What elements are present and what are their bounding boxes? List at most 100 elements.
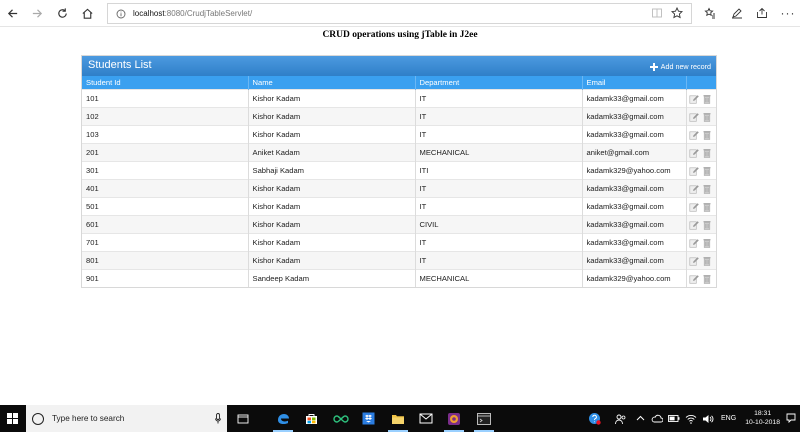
add-new-record-label: Add new record xyxy=(660,62,711,71)
back-button[interactable] xyxy=(1,4,23,22)
column-header-department[interactable]: Department xyxy=(415,76,583,90)
cell-student-id: 501 xyxy=(82,197,249,216)
emblem-icon xyxy=(448,412,460,425)
notifications-icon[interactable] xyxy=(786,413,796,423)
table-row[interactable]: 801 Kishor Kadam IT kadamk33@gmail.com xyxy=(82,251,716,270)
delete-icon[interactable] xyxy=(702,274,712,284)
edit-icon[interactable] xyxy=(688,202,699,212)
people-icon[interactable] xyxy=(615,413,627,425)
table-row[interactable]: 101 Kishor Kadam IT kadamk33@gmail.com xyxy=(82,89,716,108)
dropbox-icon xyxy=(362,412,374,425)
row-action-group xyxy=(687,274,717,284)
cell-student-id: 101 xyxy=(82,89,249,108)
chevron-up-icon[interactable] xyxy=(636,414,645,423)
delete-icon[interactable] xyxy=(702,184,712,194)
table-row[interactable]: 601 Kishor Kadam CIVIL kadamk33@gmail.com xyxy=(82,215,716,234)
table-row[interactable]: 103 Kishor Kadam IT kadamk33@gmail.com xyxy=(82,125,716,144)
notes-button[interactable] xyxy=(729,5,745,21)
cell-name: Kishor Kadam xyxy=(248,125,416,144)
forward-button[interactable] xyxy=(26,4,48,22)
row-action-group xyxy=(687,112,717,122)
start-button[interactable] xyxy=(0,405,25,432)
taskbar-file-explorer-button[interactable] xyxy=(385,405,411,432)
cell-department: ITI xyxy=(415,161,583,180)
delete-icon[interactable] xyxy=(702,220,712,230)
favorites-hub-button[interactable] xyxy=(702,5,718,21)
table-title-bar: Students List Add new record xyxy=(82,56,716,76)
taskbar-mail-button[interactable] xyxy=(413,405,439,432)
address-bar[interactable]: localhost:8080/CrudjTableServlet/ xyxy=(107,3,692,24)
cell-student-id: 601 xyxy=(82,215,249,234)
row-actions xyxy=(686,215,716,234)
cell-department: IT xyxy=(415,89,583,108)
taskbar-edge-button[interactable] xyxy=(270,405,296,432)
share-button[interactable] xyxy=(754,5,770,21)
delete-icon[interactable] xyxy=(702,130,712,140)
refresh-button[interactable] xyxy=(51,4,73,22)
row-actions xyxy=(686,143,717,162)
table-row[interactable]: 102 Kishor Kadam IT kadamk33@gmail.com xyxy=(82,107,717,126)
edit-icon[interactable] xyxy=(688,238,699,248)
microphone-icon[interactable] xyxy=(215,413,221,424)
table-row[interactable]: 301 Sabhaji Kadam ITI kadamk329@yahoo.com xyxy=(82,161,717,180)
delete-icon[interactable] xyxy=(702,148,712,158)
more-menu-icon[interactable]: ··· xyxy=(780,5,796,21)
refresh-icon xyxy=(57,7,67,18)
edit-icon[interactable] xyxy=(688,274,699,284)
row-action-group xyxy=(687,166,717,176)
edit-icon[interactable] xyxy=(688,166,699,176)
table-row[interactable]: 401 Kishor Kadam IT kadamk33@gmail.com xyxy=(82,179,716,198)
onedrive-cloud-icon[interactable] xyxy=(651,414,663,423)
wifi-icon[interactable] xyxy=(685,414,697,424)
taskbar-store-button[interactable] xyxy=(298,405,324,432)
edit-icon[interactable] xyxy=(688,220,699,230)
edit-icon[interactable] xyxy=(688,112,699,122)
infinity-icon xyxy=(333,414,349,423)
taskbar-dropbox-button[interactable] xyxy=(355,405,381,432)
clock-time: 18:31 xyxy=(754,410,772,417)
language-indicator[interactable]: ENG xyxy=(721,415,736,422)
terminal-icon xyxy=(477,412,491,425)
battery-icon[interactable] xyxy=(668,414,680,423)
edit-icon[interactable] xyxy=(688,94,699,104)
edit-icon[interactable] xyxy=(688,130,699,140)
column-header-email[interactable]: Email xyxy=(582,76,687,90)
delete-icon[interactable] xyxy=(702,166,712,176)
cell-name: Kishor Kadam xyxy=(248,107,416,126)
edit-icon[interactable] xyxy=(688,256,699,266)
cell-student-id: 201 xyxy=(82,143,249,162)
favorite-star-icon[interactable] xyxy=(671,7,683,19)
row-action-group xyxy=(687,148,717,158)
volume-icon[interactable] xyxy=(702,414,714,424)
reading-view-icon[interactable] xyxy=(651,7,663,19)
delete-icon[interactable] xyxy=(702,202,712,212)
delete-icon[interactable] xyxy=(702,112,712,122)
task-view-icon xyxy=(237,414,249,423)
taskbar-search-placeholder: Type here to search xyxy=(52,414,125,423)
taskbar-search-box[interactable]: Type here to search xyxy=(26,405,227,432)
task-view-button[interactable] xyxy=(230,405,256,432)
table-row[interactable]: 701 Kishor Kadam IT kadamk33@gmail.com xyxy=(82,233,716,252)
cell-department: IT xyxy=(415,107,583,126)
column-header-student-id[interactable]: Student Id xyxy=(82,76,249,90)
column-header-name[interactable]: Name xyxy=(248,76,416,90)
table-row[interactable]: 501 Kishor Kadam IT kadamk33@gmail.com xyxy=(82,197,716,216)
clock[interactable]: 18:31 10-10-2018 xyxy=(745,409,780,427)
taskbar-app-emblem-button[interactable] xyxy=(441,405,467,432)
add-new-record-button[interactable]: Add new record xyxy=(649,62,711,71)
delete-icon[interactable] xyxy=(702,94,712,104)
table-row[interactable]: 201 Aniket Kadam MECHANICAL aniket@gmail.co… xyxy=(82,143,717,162)
help-icon[interactable] xyxy=(588,412,601,425)
taskbar-app-infinity-button[interactable] xyxy=(328,405,354,432)
home-button[interactable] xyxy=(76,4,98,22)
delete-icon[interactable] xyxy=(702,238,712,248)
home-icon xyxy=(81,8,93,19)
table-row[interactable]: 901 Sandeep Kadam MECHANICAL kadamk329@yaho… xyxy=(82,269,717,287)
delete-icon[interactable] xyxy=(702,256,712,266)
cell-student-id: 401 xyxy=(82,179,249,198)
taskbar-terminal-button[interactable] xyxy=(471,405,497,432)
row-actions xyxy=(686,107,717,126)
edit-icon[interactable] xyxy=(688,184,699,194)
edit-icon[interactable] xyxy=(688,148,699,158)
cell-email: kadamk33@gmail.com xyxy=(582,233,687,252)
